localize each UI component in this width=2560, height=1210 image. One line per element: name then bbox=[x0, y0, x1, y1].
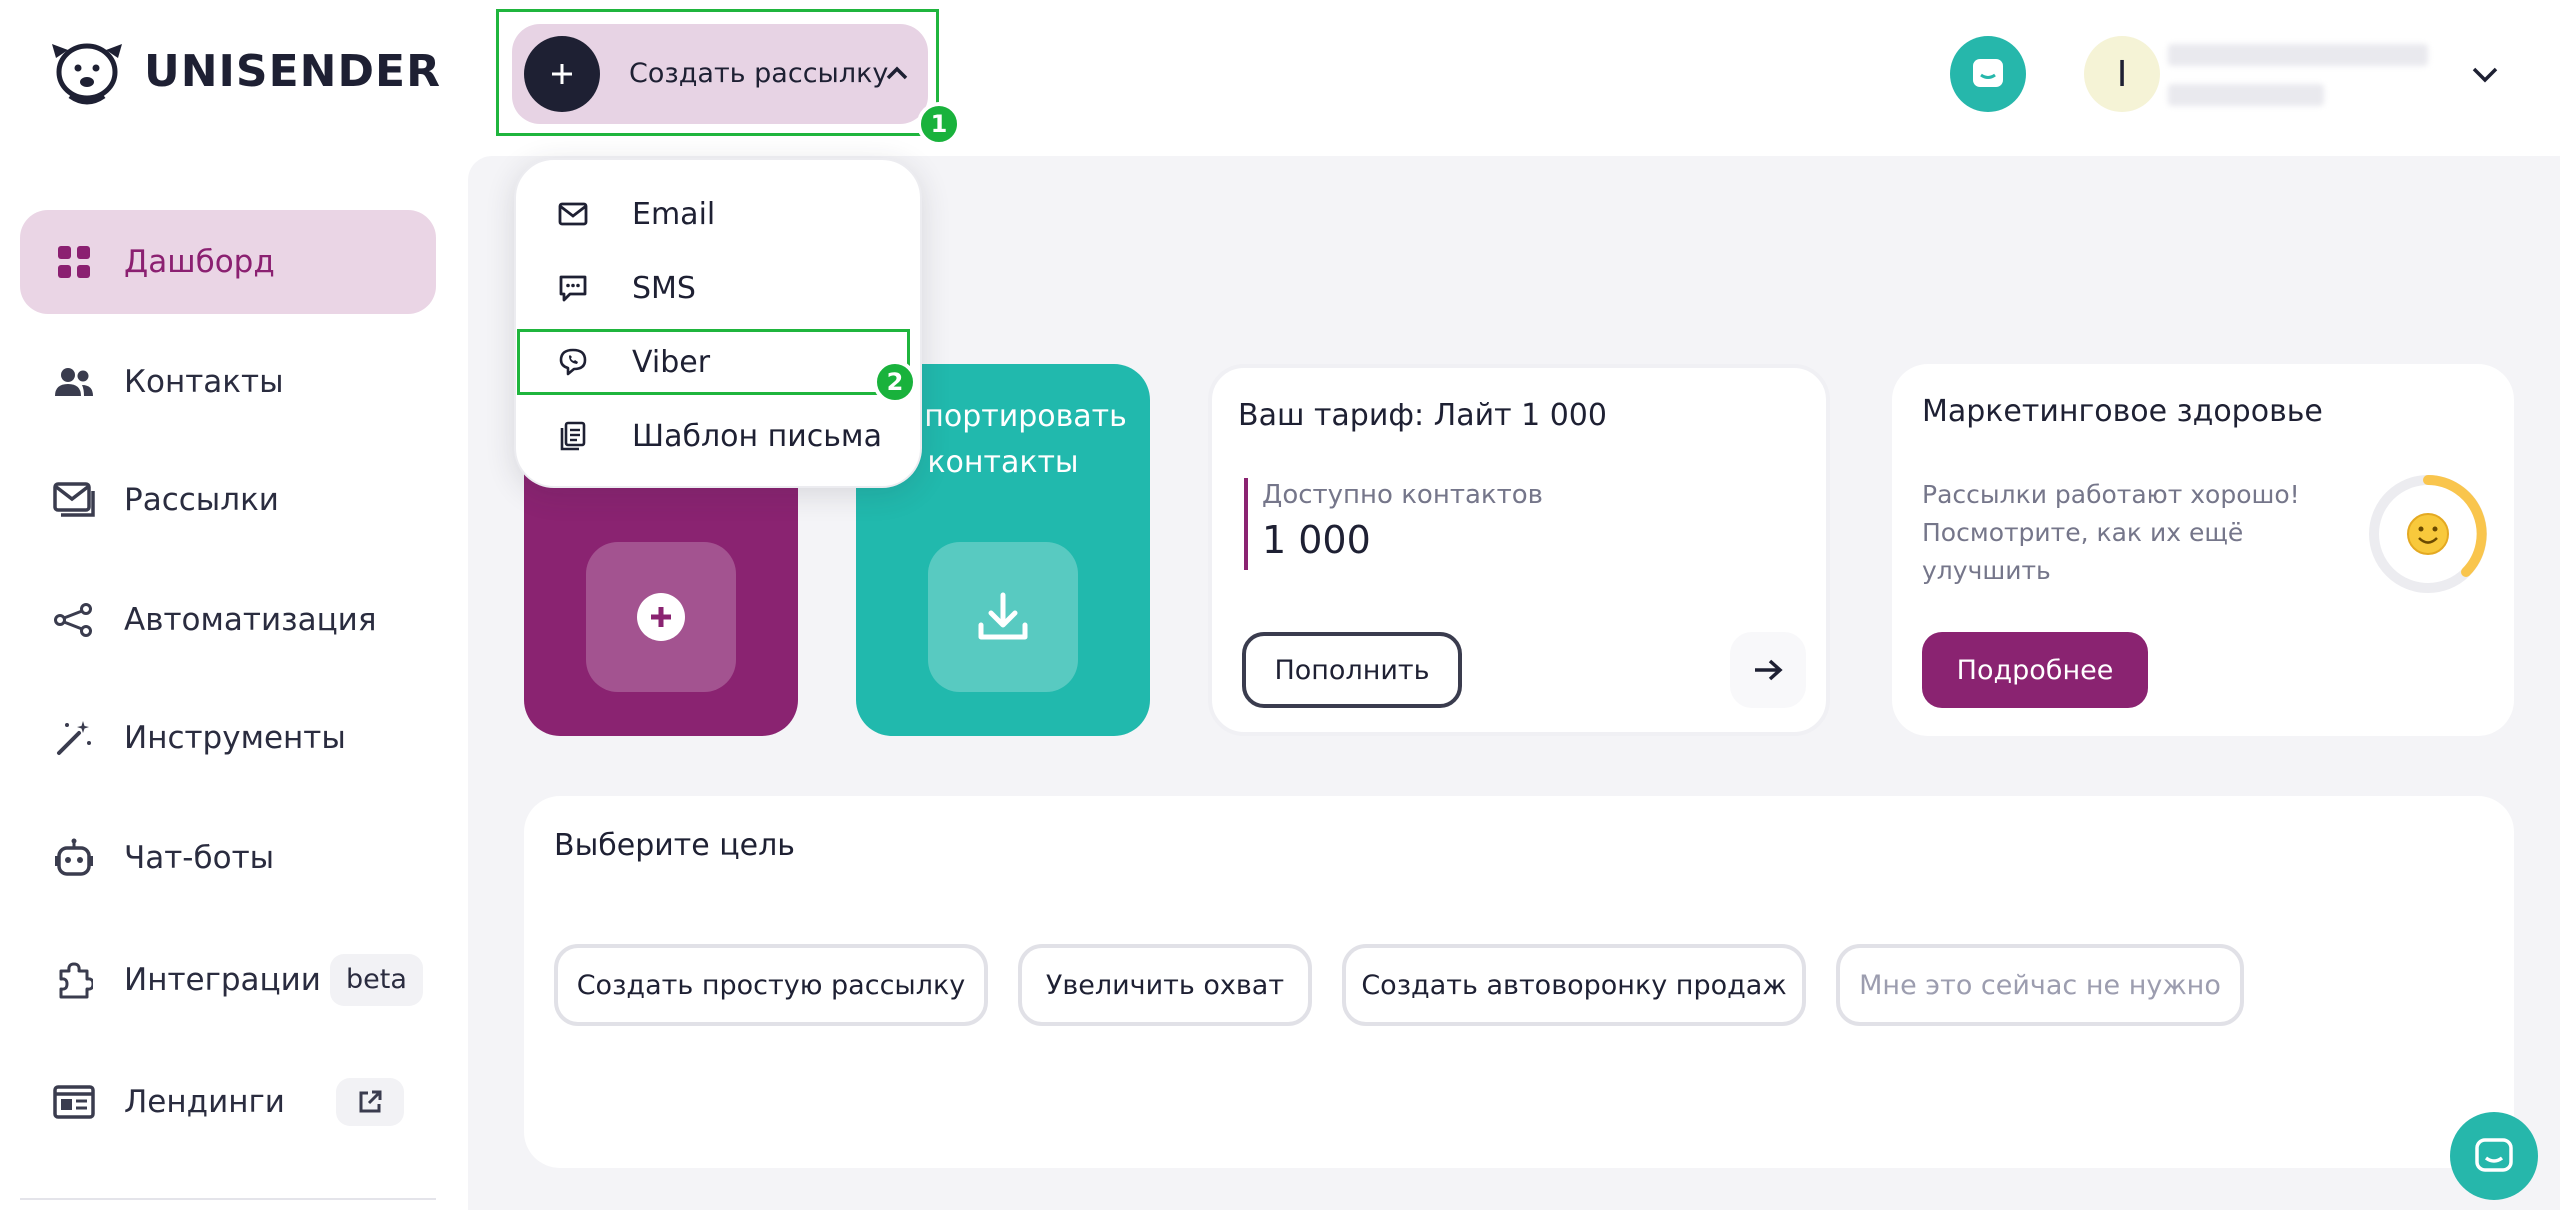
goal-sales-funnel-button[interactable]: Создать автоворонку продаж bbox=[1342, 944, 1806, 1026]
step-marker-1: 1 bbox=[917, 102, 961, 146]
dropdown-item-label: Email bbox=[632, 196, 716, 232]
user-name-redacted bbox=[2168, 44, 2428, 66]
goal-title: Выберите цель bbox=[554, 828, 795, 863]
support-chat-button[interactable] bbox=[1950, 36, 2026, 112]
sidebar-item-label: Контакты bbox=[124, 364, 284, 400]
chat-bubble-icon bbox=[1973, 59, 2003, 87]
download-icon bbox=[978, 592, 1028, 640]
logo-text: UNISENDER bbox=[144, 45, 441, 97]
sidebar-item-landings[interactable]: Лендинги bbox=[20, 1050, 436, 1154]
download-tile[interactable] bbox=[928, 542, 1078, 692]
health-gauge bbox=[2369, 475, 2487, 593]
marketing-health-card: Маркетинговое здоровье Рассылки работают… bbox=[1892, 364, 2514, 736]
sidebar-item-campaigns[interactable]: Рассылки bbox=[20, 448, 436, 552]
goal-simple-campaign-button[interactable]: Создать простую рассылку bbox=[554, 944, 988, 1026]
step-marker-2: 2 bbox=[873, 360, 917, 404]
sidebar-item-label: Рассылки bbox=[124, 482, 279, 518]
avatar[interactable]: I bbox=[2084, 36, 2160, 112]
goal-card: Выберите цель Создать простую рассылку У… bbox=[524, 796, 2514, 1168]
sidebar-item-label: Автоматизация bbox=[124, 602, 377, 638]
sidebar: UNISENDER Дашборд Контакты Рассылки Авто… bbox=[0, 0, 468, 1210]
sidebar-divider bbox=[20, 1198, 436, 1200]
chevron-down-icon[interactable] bbox=[2470, 60, 2500, 88]
users-icon bbox=[52, 360, 96, 404]
sidebar-item-integrations[interactable]: Интеграции beta bbox=[20, 928, 436, 1032]
sidebar-item-contacts[interactable]: Контакты bbox=[20, 330, 436, 434]
dropdown-item-label: SMS bbox=[632, 270, 696, 306]
create-campaign-label: Создать рассылку bbox=[629, 58, 889, 89]
topup-button[interactable]: Пополнить bbox=[1242, 632, 1462, 708]
sidebar-item-chatbots[interactable]: Чат-боты bbox=[20, 806, 436, 910]
chat-bubble-icon bbox=[2475, 1138, 2513, 1172]
dropdown-item-template[interactable]: Шаблон письма bbox=[540, 406, 900, 466]
more-button[interactable]: Подробнее bbox=[1922, 632, 2148, 708]
landing-icon bbox=[52, 1080, 96, 1124]
tariff-card: Ваш тариф: Лайт 1 000 Доступно контактов… bbox=[1208, 364, 1830, 736]
robot-icon bbox=[52, 836, 96, 880]
dropdown-item-email[interactable]: Email bbox=[540, 184, 900, 244]
share-nodes-icon bbox=[52, 598, 96, 642]
dropdown-item-label: Шаблон письма bbox=[632, 418, 882, 454]
viber-highlight bbox=[517, 329, 910, 395]
magic-wand-icon bbox=[52, 716, 96, 760]
add-tile[interactable] bbox=[586, 542, 736, 692]
health-description: Рассылки работают хорошо! Посмотрите, ка… bbox=[1922, 480, 2300, 585]
plus-circle-icon bbox=[637, 593, 685, 641]
logo[interactable]: UNISENDER bbox=[48, 36, 441, 106]
plus-icon bbox=[524, 36, 600, 112]
sidebar-item-dashboard[interactable]: Дашборд bbox=[20, 210, 436, 314]
sidebar-item-label: Инструменты bbox=[124, 720, 346, 756]
tariff-accent-bar bbox=[1244, 478, 1248, 570]
sidebar-item-tools[interactable]: Инструменты bbox=[20, 686, 436, 790]
sidebar-item-label: Интеграции bbox=[124, 962, 321, 998]
chevron-up-icon bbox=[886, 66, 908, 80]
health-title: Маркетинговое здоровье bbox=[1922, 394, 2323, 429]
available-contacts-value: 1 000 bbox=[1262, 518, 1371, 562]
message-icon bbox=[556, 271, 590, 305]
sidebar-item-label: Чат-боты bbox=[124, 840, 275, 876]
dropdown-item-sms[interactable]: SMS bbox=[540, 258, 900, 318]
create-highlight: Создать рассылку bbox=[496, 9, 939, 136]
envelope-icon bbox=[556, 197, 590, 231]
goal-not-needed-button[interactable]: Мне это сейчас не нужно bbox=[1836, 944, 2244, 1026]
goal-increase-reach-button[interactable]: Увеличить охват bbox=[1018, 944, 1312, 1026]
external-link-icon[interactable] bbox=[336, 1078, 404, 1126]
sidebar-item-label: Лендинги bbox=[124, 1084, 285, 1120]
beta-badge: beta bbox=[330, 954, 423, 1006]
tariff-title: Ваш тариф: Лайт 1 000 bbox=[1238, 398, 1607, 433]
available-contacts-label: Доступно контактов bbox=[1262, 480, 1543, 510]
smile-emoji-icon bbox=[2407, 513, 2449, 555]
sidebar-item-automation[interactable]: Автоматизация bbox=[20, 568, 436, 672]
sidebar-item-label: Дашборд bbox=[124, 244, 275, 280]
user-email-redacted bbox=[2168, 84, 2324, 106]
dog-logo-icon bbox=[52, 43, 122, 105]
puzzle-icon bbox=[52, 958, 96, 1002]
grid-icon bbox=[52, 240, 96, 284]
arrow-right-icon[interactable] bbox=[1730, 632, 1806, 708]
mail-stack-icon bbox=[52, 478, 96, 522]
live-chat-button[interactable] bbox=[2450, 1112, 2538, 1200]
template-icon bbox=[556, 419, 590, 453]
create-campaign-button[interactable]: Создать рассылку bbox=[512, 24, 928, 124]
create-campaign-dropdown: Email SMS Viber Шаблон письма bbox=[514, 158, 922, 488]
